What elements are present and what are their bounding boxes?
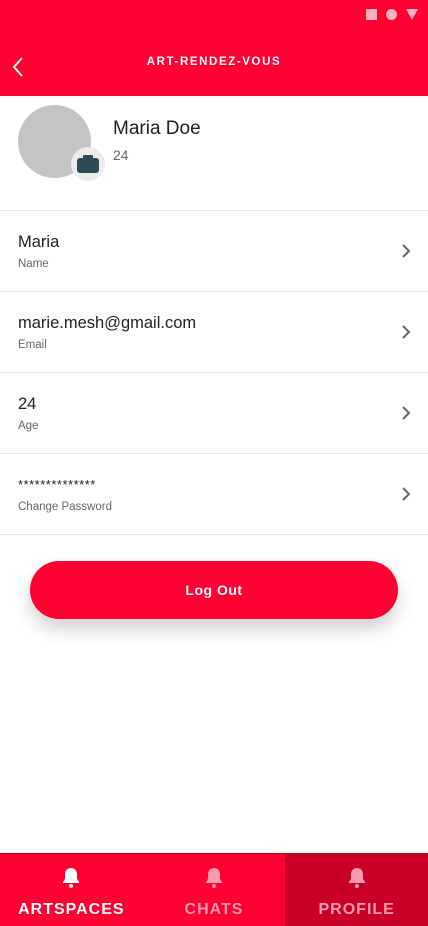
chevron-right-icon	[402, 406, 411, 420]
name-value: Maria	[18, 233, 60, 251]
age-label: Age	[18, 420, 39, 432]
name-label: Name	[18, 258, 49, 270]
tab-profile[interactable]: PROFILE	[285, 854, 428, 926]
age-value: 24	[18, 395, 37, 413]
email-row[interactable]: marie.mesh@gmail.com Email	[0, 292, 428, 373]
chevron-right-icon	[402, 325, 411, 339]
chevron-right-icon	[402, 244, 411, 258]
bell-icon	[348, 868, 365, 888]
tab-label: PROFILE	[318, 901, 395, 918]
bell-icon	[63, 868, 80, 888]
chevron-right-icon	[402, 487, 411, 501]
camera-icon	[77, 155, 99, 173]
tab-chats[interactable]: CHATS	[143, 854, 286, 926]
profile-name: Maria Doe	[113, 118, 201, 139]
app-title: ART-RENDEZ-VOUS	[146, 56, 282, 68]
status-bar	[366, 9, 418, 20]
status-triangle-icon	[406, 9, 418, 20]
age-row[interactable]: 24 Age	[0, 373, 428, 454]
bottom-tab-bar: ARTSPACES CHATS PROFILE	[0, 853, 428, 926]
password-value: **************	[18, 477, 96, 492]
bell-icon	[206, 868, 222, 888]
app-header: ART-RENDEZ-VOUS	[0, 0, 428, 96]
email-label: Email	[18, 339, 47, 351]
tab-label: ARTSPACES	[18, 901, 125, 918]
camera-button[interactable]	[71, 147, 105, 181]
tab-artspaces[interactable]: ARTSPACES	[0, 854, 143, 926]
password-label: Change Password	[18, 501, 112, 513]
name-row[interactable]: Maria Name	[0, 211, 428, 292]
profile-section: Maria Doe 24	[0, 96, 428, 211]
status-circle-icon	[386, 9, 397, 20]
logout-button[interactable]: Log Out	[30, 561, 398, 619]
password-row[interactable]: ************** Change Password	[0, 454, 428, 535]
email-value: marie.mesh@gmail.com	[18, 314, 197, 332]
profile-age: 24	[113, 147, 129, 163]
tab-label: CHATS	[184, 901, 244, 918]
status-square-icon	[366, 9, 377, 20]
